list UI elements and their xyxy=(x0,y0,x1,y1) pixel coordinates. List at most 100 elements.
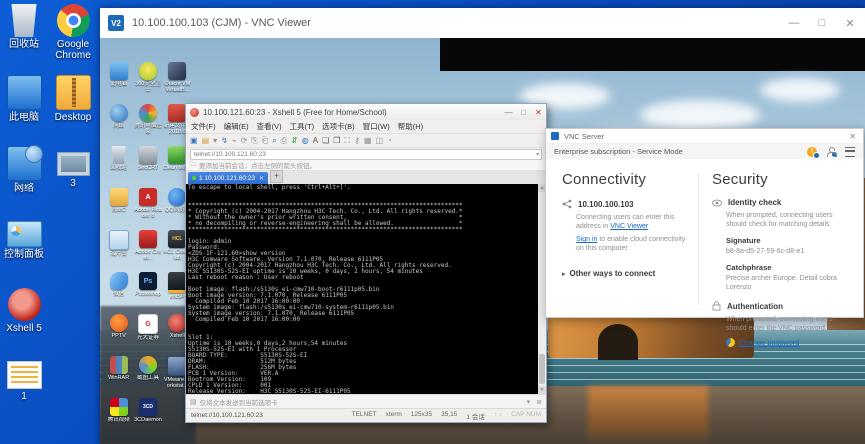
status-items: TELNETxterm125x3535,151 会话↑ ↓CAP NUM xyxy=(352,411,541,421)
menu-工具[interactable]: 工具(T) xyxy=(290,121,315,132)
remote-desktop-icon-folder-mc[interactable]: 陈MC xyxy=(104,188,133,230)
menu-选项卡[interactable]: 选项卡(B) xyxy=(322,121,355,132)
lock-icon[interactable]: ⚷ xyxy=(354,135,360,147)
compose-pane-icon[interactable]: ❏ xyxy=(322,135,329,147)
desktop-icon-label: 360安全卫士 xyxy=(133,81,162,93)
disconnect-icon[interactable]: ⌁ xyxy=(232,135,237,147)
host-desktop-icon-xshell5[interactable]: Xshell 5 xyxy=(1,286,47,357)
copy-icon[interactable]: ⎘ xyxy=(251,135,257,147)
connect-icon[interactable]: ↯ xyxy=(221,135,228,147)
fullscreen-icon[interactable]: ⛶ xyxy=(344,135,350,147)
file-transfer-icon[interactable]: ⇵ xyxy=(291,135,298,147)
terminal-area[interactable]: To escape to local shell, press 'Ctrl+Al… xyxy=(186,184,546,394)
remote-desktop-icon-card-app[interactable]: 名片赞 xyxy=(104,230,133,272)
remote-desktop-icon-screenshot-tool[interactable]: 截图工具 xyxy=(133,356,162,398)
chevron-down-icon[interactable]: ▾ xyxy=(536,151,541,158)
web-icon[interactable]: ◍ xyxy=(302,135,309,147)
scroll-down-arrow[interactable]: ▼ xyxy=(538,386,546,394)
remote-desktop-icon-securecrt[interactable]: SecCRT xyxy=(133,146,162,188)
desktop-icon-label: Adobe Reader 8 xyxy=(133,207,162,219)
remote-desktop-icon-virtualbox[interactable]: Oracle VM VirtualB... xyxy=(163,62,192,104)
user-icon[interactable] xyxy=(826,147,836,157)
snapshot-icon[interactable]: ▦ xyxy=(364,135,372,147)
close-button[interactable]: ✕ xyxy=(836,8,864,38)
xshell-close-button[interactable]: ✕ xyxy=(531,108,546,117)
info-bar-text: 要添加当前会话，点击左侧的箭头按钮。 xyxy=(199,160,316,170)
hamburger-menu-icon[interactable] xyxy=(845,147,855,157)
session-tab[interactable]: 1 10.100.121.60:23 ✕ xyxy=(188,172,268,184)
maximize-button[interactable]: □ xyxy=(808,8,836,38)
reconnect-icon[interactable]: ⟳ xyxy=(241,135,248,147)
pptv-icon xyxy=(110,314,128,332)
desktop-icon-label: 回收站 xyxy=(110,165,127,171)
host-desktop-icon-screenshot3[interactable]: 3 xyxy=(48,144,98,215)
remote-desktop-icon-gd-securities[interactable]: G 光大证券 xyxy=(133,314,162,356)
host-desktop-icon-chrome[interactable]: Google Chrome xyxy=(48,2,98,73)
remote-desktop-icon-this-pc[interactable]: 此电脑 xyxy=(104,62,133,104)
menu-文件[interactable]: 文件(F) xyxy=(191,121,216,132)
identity-check-icon xyxy=(712,199,722,207)
menu-窗口[interactable]: 窗口(W) xyxy=(363,121,390,132)
host-desktop-icon-control-panel[interactable]: 控制面板 xyxy=(1,215,47,286)
remote-desktop-icon-adobe-cc[interactable]: Adobe Creat... xyxy=(133,230,162,272)
desktop-zip-icon xyxy=(56,75,91,110)
remote-desktop-icon-winrar[interactable]: WinRAR xyxy=(104,356,133,398)
layout-icon[interactable]: ◫ xyxy=(375,135,383,147)
other-ways-to-connect[interactable]: ▸ Other ways to connect xyxy=(562,269,690,278)
xshell-titlebar[interactable]: 10.100.121.60:23 - Xshell 5 (Free for Ho… xyxy=(186,104,546,120)
change-password-link[interactable]: Change password xyxy=(739,338,799,347)
paste-icon[interactable]: ⎗ xyxy=(262,135,268,147)
desktop-icon-label: Xshell xyxy=(170,333,185,339)
remote-desktop-icon-adobe-reader-8[interactable]: A Adobe Reader 8 xyxy=(133,188,162,230)
remote-desktop-icon-pc-manager[interactable]: 腾讯电脑管家 xyxy=(133,104,162,146)
remote-desktop-icon-360-safe[interactable]: 360安全卫士 xyxy=(133,62,162,104)
xshell-maximize-button[interactable]: □ xyxy=(516,108,531,117)
font-icon[interactable]: A xyxy=(313,135,318,147)
host-desktop-icon-doc1[interactable]: 1 xyxy=(1,357,47,428)
remote-desktop-icon-tencent-video[interactable]: 腾讯视频 xyxy=(104,398,133,440)
remote-desktop-icon-recycle-bin[interactable]: 回收站 xyxy=(104,146,133,188)
remote-desktop-icon-3cdaemon[interactable]: 3CD 3CDaemon xyxy=(133,398,162,440)
open-dropdown-icon[interactable]: ▾ xyxy=(213,135,217,147)
send-bar-expand-icon[interactable]: ▾ xyxy=(527,398,531,406)
sign-in-link[interactable]: Sign in xyxy=(576,236,597,243)
host-desktop: 回收站 此电脑 网络 控制面板 Xshell 5 1 Google Chrome… xyxy=(0,0,865,444)
print-icon[interactable]: ⎙ xyxy=(281,135,287,147)
send-bar-menu-icon[interactable]: ≣ xyxy=(536,398,542,406)
new-tab-button[interactable]: + xyxy=(270,170,283,183)
ensp-icon xyxy=(168,272,186,293)
menu-帮助[interactable]: 帮助(H) xyxy=(398,121,423,132)
session-add-icon[interactable]: 🗀 xyxy=(190,160,196,170)
remote-desktop-icon-photoshop[interactable]: Ps Photoshop xyxy=(133,272,162,314)
find-icon[interactable]: ⌕ xyxy=(272,135,276,147)
help-icon[interactable]: ◔ xyxy=(387,135,392,147)
host-desktop-icon-desktop-zip[interactable]: Desktop xyxy=(48,73,98,144)
vnc-server-app-icon xyxy=(551,132,559,140)
tab-close-icon[interactable]: ✕ xyxy=(259,175,264,182)
wallpaper-rock-reflection xyxy=(588,386,708,444)
host-desktop-icon-recycle-bin[interactable]: 回收站 xyxy=(1,2,47,73)
menu-编辑[interactable]: 编辑(E) xyxy=(224,121,249,132)
address-input[interactable]: telnet://10.100.121.60:23 ▾ xyxy=(190,149,542,160)
vnc-viewer-titlebar[interactable]: V2 10.100.100.103 (CJM) - VNC Viewer — □… xyxy=(100,8,865,38)
alert-icon[interactable]: ! xyxy=(807,147,817,157)
minimize-button[interactable]: — xyxy=(780,8,808,38)
vnc-viewer-link[interactable]: VNC Viewer xyxy=(610,223,648,230)
new-session-icon[interactable]: ▣ xyxy=(190,135,198,147)
scrollbar-thumb[interactable] xyxy=(539,354,545,384)
duplicate-tab-icon[interactable]: ❐ xyxy=(333,135,340,147)
xshell-minimize-button[interactable]: — xyxy=(501,108,516,117)
vnc-server-titlebar[interactable]: VNC Server ✕ xyxy=(546,129,863,144)
host-desktop-icon-this-pc[interactable]: 此电脑 xyxy=(1,73,47,144)
host-desktop-icon-network[interactable]: 网络 xyxy=(1,144,47,215)
remote-desktop-icon-pptv[interactable]: PPTV xyxy=(104,314,133,356)
session-tab-label: 1 10.100.121.60:23 xyxy=(199,175,255,182)
vnc-server-close-button[interactable]: ✕ xyxy=(849,132,856,141)
status-terminal-size: 125x35 xyxy=(411,411,432,421)
remote-desktop-icon-wechat[interactable]: 微信 xyxy=(104,272,133,314)
remote-desktop-icon-network[interactable]: 网络 xyxy=(104,104,133,146)
terminal-output[interactable]: To escape to local shell, press 'Ctrl+Al… xyxy=(186,184,538,394)
menu-查看[interactable]: 查看(V) xyxy=(257,121,282,132)
connectivity-heading: Connectivity xyxy=(562,171,690,188)
open-session-icon[interactable]: ▤ xyxy=(202,135,210,147)
